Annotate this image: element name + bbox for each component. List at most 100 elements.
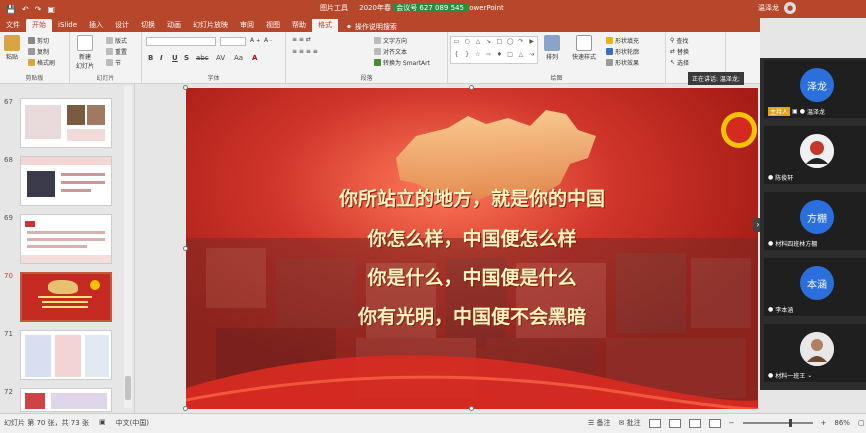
paste-icon [4, 35, 20, 51]
tab-design[interactable]: 设计 [109, 19, 135, 32]
user-avatar[interactable]: ● [784, 2, 796, 14]
char-spacing-button[interactable]: AV [216, 54, 225, 62]
section-button[interactable]: 节 [106, 58, 121, 67]
normal-view-icon[interactable] [648, 418, 661, 428]
bullets-button[interactable]: ≡ ≡ ⇄ [292, 36, 311, 43]
tab-islide[interactable]: iSlide [52, 19, 83, 32]
notes-button[interactable]: ☰ 备注 [588, 418, 611, 428]
align-buttons[interactable]: ≡ ≡ ≡ ≡ [292, 48, 318, 55]
resize-handle[interactable] [183, 246, 188, 251]
participant-tile[interactable]: 本涵 ● 李本涵 [764, 258, 866, 316]
smartart-label: 转换为 SmartArt [383, 60, 430, 67]
grow-font-button[interactable]: A + [250, 37, 260, 44]
layout-button[interactable]: 版式 [106, 36, 127, 45]
select-button[interactable]: ↖ 选择 [670, 58, 689, 67]
font-color-button[interactable]: A [252, 54, 257, 62]
tab-file[interactable]: 文件 [0, 19, 26, 32]
resize-handle[interactable] [469, 85, 474, 90]
slide-sorter-icon[interactable] [668, 418, 681, 428]
paste-button[interactable]: 粘贴 [4, 35, 20, 61]
tab-transitions[interactable]: 切换 [135, 19, 161, 32]
comments-label: 批注 [626, 419, 641, 427]
tab-help[interactable]: 帮助 [286, 19, 312, 32]
align-text-button[interactable]: 对齐文本 [374, 47, 407, 56]
shrink-font-button[interactable]: A- [264, 37, 272, 44]
participant-tile[interactable]: 方棚 ● 材料四班林方棚 [764, 192, 866, 250]
tab-format[interactable]: 格式 [312, 19, 339, 32]
strikethrough-button[interactable]: abc [196, 54, 209, 62]
thumbnail-72[interactable]: 72 [0, 388, 130, 412]
participant-tile[interactable]: 泽龙 主持人 ▣ ● 温泽龙 [764, 60, 866, 118]
participant-avatar: 方棚 [800, 200, 834, 234]
status-right: ☰ 备注 ✉ 批注 − + 86% ▢ [588, 418, 865, 428]
spellcheck-icon[interactable]: ▣ [99, 418, 106, 428]
thumbnail-67[interactable]: 67 [0, 98, 130, 148]
reset-button[interactable]: 重置 [106, 47, 127, 56]
slideshow-icon[interactable] [708, 418, 721, 428]
zoom-slider[interactable] [742, 419, 813, 427]
comments-button[interactable]: ✉ 批注 [619, 418, 641, 428]
thumbnail-70[interactable]: 70 [0, 272, 130, 322]
reading-view-icon[interactable] [688, 418, 701, 428]
undo-icon[interactable]: ↶ [22, 5, 29, 14]
text-direction-button[interactable]: 文字方向 [374, 36, 407, 45]
resize-handle[interactable] [183, 85, 188, 90]
chevron-down-icon[interactable]: ⌄ [807, 372, 812, 379]
participant-avatar [800, 332, 834, 366]
zoom-out-button[interactable]: − [729, 419, 735, 427]
participant-name-row: ● 陈俊轩 [768, 173, 793, 182]
tab-animations[interactable]: 动画 [161, 19, 187, 32]
save-icon[interactable]: 💾 [6, 5, 16, 14]
zoom-in-button[interactable]: + [821, 419, 827, 427]
tab-view[interactable]: 视图 [260, 19, 286, 32]
present-icon[interactable]: ▣ [47, 5, 55, 14]
shapes-gallery[interactable]: ▭ ○ △ ↘ □ ◯ ↷ ▶ {} ☆ ⇨ ♦ □ △ ↝ [450, 36, 538, 64]
underline-button[interactable]: U [172, 54, 178, 62]
thumbnail-71[interactable]: 71 [0, 330, 130, 380]
tab-home[interactable]: 开始 [26, 19, 52, 32]
language-indicator[interactable]: 中文(中国) [116, 418, 149, 428]
quick-styles-label: 快速样式 [572, 54, 597, 61]
format-painter-button[interactable]: 格式刷 [28, 58, 55, 67]
replace-button[interactable]: ⇄ 替换 [670, 47, 689, 56]
bold-button[interactable]: B [148, 54, 153, 62]
align-text-label: 对齐文本 [383, 49, 408, 56]
fit-slide-icon[interactable]: ▢ [858, 419, 865, 427]
smartart-button[interactable]: 转换为 SmartArt [374, 58, 430, 67]
arrange-button[interactable]: 排列 [544, 35, 560, 61]
tab-insert[interactable]: 插入 [83, 19, 109, 32]
tell-me-search[interactable]: ⚫ 操作说明搜索 [338, 22, 397, 32]
font-name-select[interactable] [146, 37, 216, 46]
resize-handle[interactable] [469, 406, 474, 411]
shape-outline-button[interactable]: 形状轮廓 [606, 47, 639, 56]
scrollbar-thumb[interactable] [125, 376, 131, 400]
mic-muted-icon: ● [768, 240, 774, 247]
paste-label: 粘贴 [5, 54, 18, 61]
thumbnail-scrollbar[interactable] [124, 86, 132, 408]
participant-tile[interactable]: ● 材料一班王 ⌄ [764, 324, 866, 382]
new-slide-button[interactable]: 新建 幻灯片 [76, 35, 94, 70]
redo-icon[interactable]: ↷ [35, 5, 42, 14]
thumbnail-69[interactable]: 69 [0, 214, 130, 264]
tab-slideshow[interactable]: 幻灯片放映 [187, 19, 234, 32]
copy-label: 复制 [37, 49, 50, 56]
tab-review[interactable]: 审阅 [234, 19, 260, 32]
zoom-level[interactable]: 86% [834, 419, 850, 427]
change-case-button[interactable]: Aa [234, 54, 243, 62]
cut-button[interactable]: 剪切 [28, 36, 49, 45]
slide-canvas[interactable]: 你所站立的地方，就是你的中国 你怎么样，中国便怎么样 你是什么，中国便是什么 你… [186, 88, 758, 409]
shadow-button[interactable]: S [184, 54, 189, 62]
thumbnail-image [20, 388, 112, 412]
resize-handle[interactable] [183, 406, 188, 411]
zoom-slider-knob[interactable] [788, 419, 792, 427]
font-size-select[interactable] [220, 37, 246, 46]
copy-button[interactable]: 复制 [28, 47, 49, 56]
quick-styles-button[interactable]: 快速样式 [572, 35, 596, 61]
thumbnail-68[interactable]: 68 [0, 156, 130, 206]
shape-effects-button[interactable]: 形状效果 [606, 58, 639, 67]
group-label-drawing: 绘图 [550, 75, 563, 82]
italic-button[interactable]: I [160, 54, 163, 62]
shape-fill-button[interactable]: 形状填充 [606, 36, 639, 45]
participant-tile[interactable]: ● 陈俊轩 [764, 126, 866, 184]
find-button[interactable]: ⚲ 查找 [670, 36, 688, 45]
